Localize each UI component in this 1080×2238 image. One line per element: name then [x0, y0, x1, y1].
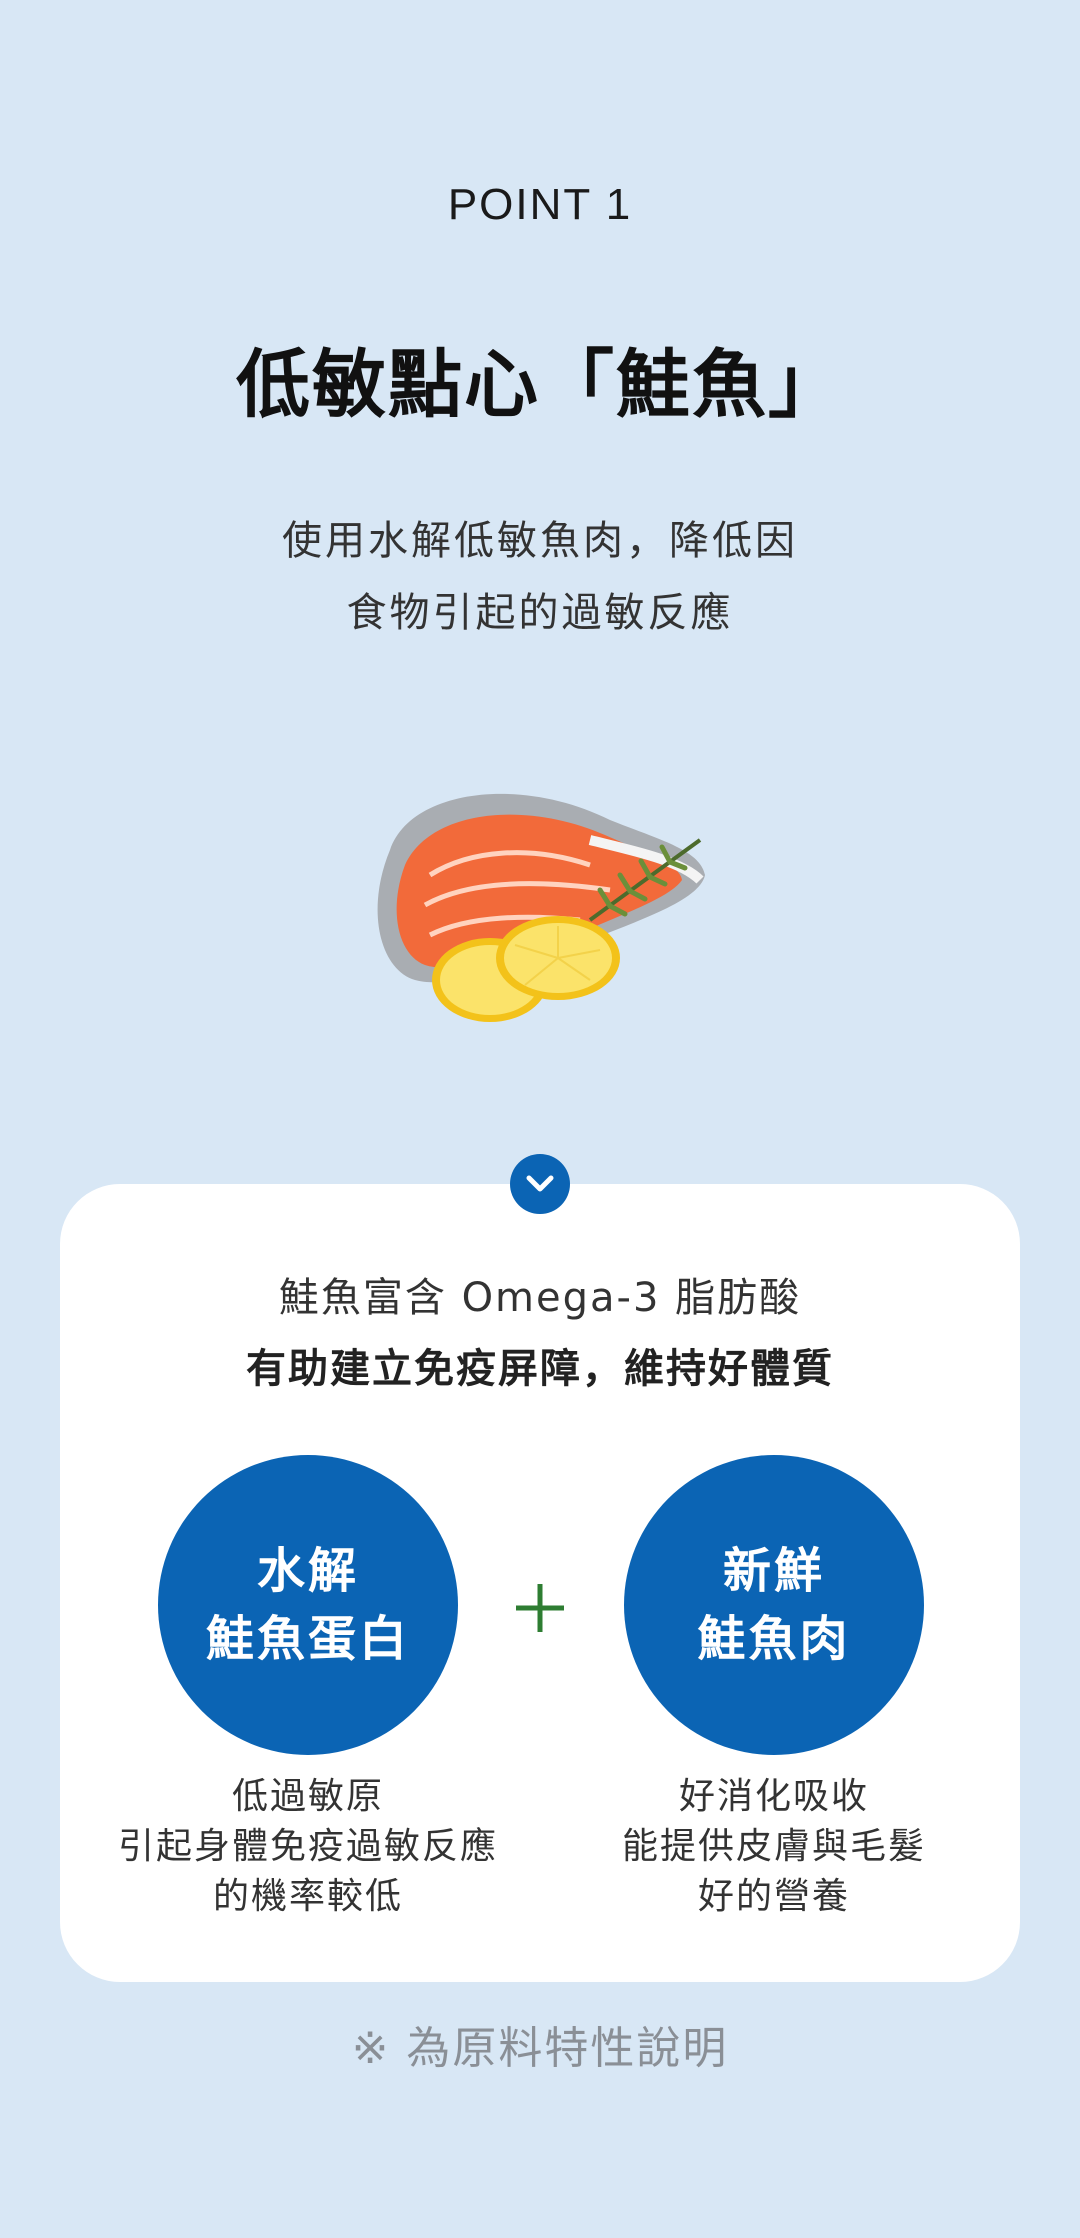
point-label: POINT 1 [447, 180, 633, 229]
subtitle: 使用水解低敏魚肉，降低因 食物引起的過敏反應 [0, 505, 1080, 649]
circle-line-1: 新鮮 [722, 1543, 825, 1599]
plus-icon [516, 1584, 564, 1632]
circle-line-2: 鮭魚蛋白 [205, 1611, 410, 1667]
circle-line-1: 水解 [256, 1543, 359, 1599]
circle-line-2: 鮭魚肉 [697, 1611, 851, 1667]
right-description: 好消化吸收 能提供皮膚與毛髮 好的營養 [564, 1772, 984, 1922]
desc-line-1: 低過敏原 [231, 1776, 384, 1817]
salmon-illustration [377, 793, 705, 1022]
desc-line-3: 的機率較低 [212, 1876, 403, 1917]
subtitle-line-2: 食物引起的過敏反應 [346, 590, 734, 636]
card-headline: 鮭魚富含 Omega-3 脂肪酸 [278, 1275, 802, 1321]
card-subheadline: 有助建立免疫屏障，維持好體質 [246, 1346, 834, 1392]
left-description: 低過敏原 引起身體免疫過敏反應 的機率較低 [98, 1772, 518, 1922]
footnote: ※ 為原料特性說明 [351, 2023, 729, 2074]
desc-line-3: 好的營養 [697, 1876, 850, 1917]
fresh-salmon-circle: 新鮮 鮭魚肉 [624, 1455, 924, 1755]
hydrolyzed-salmon-protein-circle: 水解 鮭魚蛋白 [158, 1455, 458, 1755]
subtitle-line-1: 使用水解低敏魚肉，降低因 [282, 518, 798, 564]
chevron-down-icon [510, 1154, 570, 1214]
page-title: 低敏點心「鮭魚」 [236, 342, 844, 428]
desc-line-2: 引起身體免疫過敏反應 [117, 1826, 498, 1867]
desc-line-1: 好消化吸收 [678, 1776, 869, 1817]
desc-line-2: 能提供皮膚與毛髮 [621, 1826, 926, 1867]
